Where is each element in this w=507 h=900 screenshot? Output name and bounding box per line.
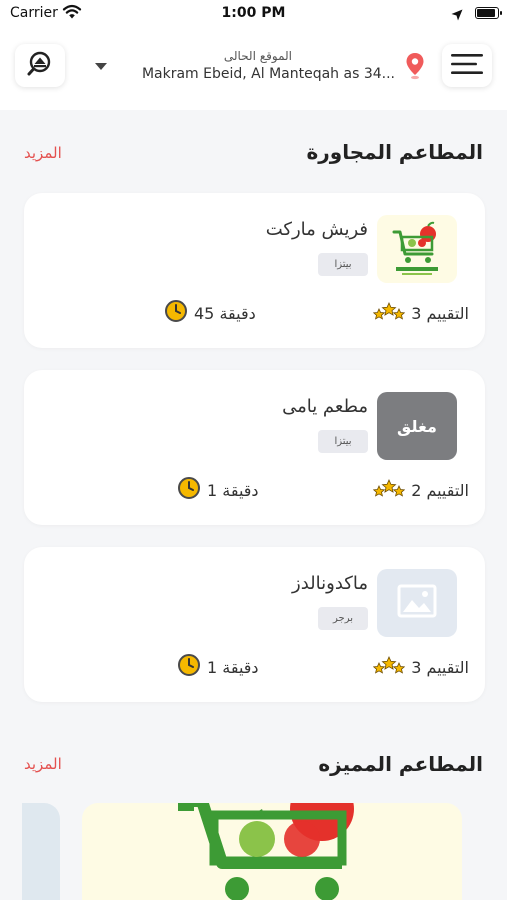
image-placeholder bbox=[377, 569, 457, 637]
rating: 3 التقييم bbox=[372, 301, 469, 325]
restaurant-card-fresh-market[interactable]: فريش ماركت بيتزا 3 التقييم 45 دقيقة bbox=[24, 193, 485, 348]
clock-icon bbox=[177, 476, 201, 504]
delivery-time-text: 1 دقيقة bbox=[207, 480, 259, 500]
current-location-label: الموقع الحالى bbox=[223, 49, 292, 63]
restaurant-name: ماكدونالدز bbox=[292, 573, 368, 594]
stars-icon bbox=[372, 478, 406, 502]
restaurant-name: فريش ماركت bbox=[265, 219, 368, 240]
status-time: 1:00 PM bbox=[221, 5, 286, 21]
image-placeholder-icon bbox=[397, 584, 437, 622]
delivery-time: 1 دقيقة bbox=[177, 653, 259, 681]
clock-icon bbox=[164, 299, 188, 327]
delivery-time: 1 دقيقة bbox=[177, 476, 259, 504]
chevron-down-icon[interactable] bbox=[95, 63, 107, 70]
status-bar: Carrier 1:00 PM bbox=[0, 0, 507, 28]
restaurant-name: مطعم يامى bbox=[282, 396, 368, 417]
delivery-time-text: 1 دقيقة bbox=[207, 657, 259, 677]
featured-card-partial[interactable] bbox=[22, 803, 60, 900]
stars-icon bbox=[372, 301, 406, 325]
category-tag: بيتزا bbox=[318, 430, 368, 453]
app-header: الموقع الحالى Makram Ebeid, Al Manteqah … bbox=[0, 28, 507, 110]
closed-overlay: مغلق bbox=[377, 392, 457, 460]
category-tag: برجر bbox=[318, 607, 368, 630]
search-button[interactable] bbox=[15, 44, 65, 87]
rating: 3 التقييم bbox=[372, 655, 469, 679]
current-location-address[interactable]: Makram Ebeid, Al Manteqah as 34... bbox=[142, 66, 395, 82]
hamburger-menu-icon bbox=[451, 53, 483, 79]
delivery-time-text: 45 دقيقة bbox=[194, 303, 256, 323]
featured-more-link[interactable]: المزيد bbox=[24, 755, 62, 773]
featured-restaurants-title: المطاعم المميزه bbox=[318, 752, 483, 776]
clock-icon bbox=[177, 653, 201, 681]
search-icon bbox=[26, 50, 54, 82]
location-arrow-icon bbox=[451, 6, 463, 25]
restaurant-card-mcdonalds[interactable]: ماكدونالدز برجر 3 التقييم 1 دقيقة bbox=[24, 547, 485, 702]
rating-text: 3 التقييم bbox=[411, 657, 469, 677]
restaurant-card-yammy[interactable]: مغلق مطعم يامى بيتزا 2 التقييم 1 دقيقة bbox=[24, 370, 485, 525]
nearby-restaurants-title: المطاعم المجاورة bbox=[306, 140, 483, 164]
featured-card-fresh-market[interactable] bbox=[82, 803, 462, 900]
nearby-more-link[interactable]: المزيد bbox=[24, 144, 62, 162]
stars-icon bbox=[372, 655, 406, 679]
rating-text: 3 التقييم bbox=[411, 303, 469, 323]
battery-icon bbox=[475, 7, 502, 19]
delivery-time: 45 دقيقة bbox=[164, 299, 256, 327]
rating: 2 التقييم bbox=[372, 478, 469, 502]
category-tag: بيتزا bbox=[318, 253, 368, 276]
fresh-market-logo bbox=[377, 215, 457, 283]
closed-label: مغلق bbox=[397, 416, 437, 436]
location-pin-icon bbox=[405, 52, 425, 84]
rating-text: 2 التقييم bbox=[411, 480, 469, 500]
menu-button[interactable] bbox=[442, 44, 492, 87]
